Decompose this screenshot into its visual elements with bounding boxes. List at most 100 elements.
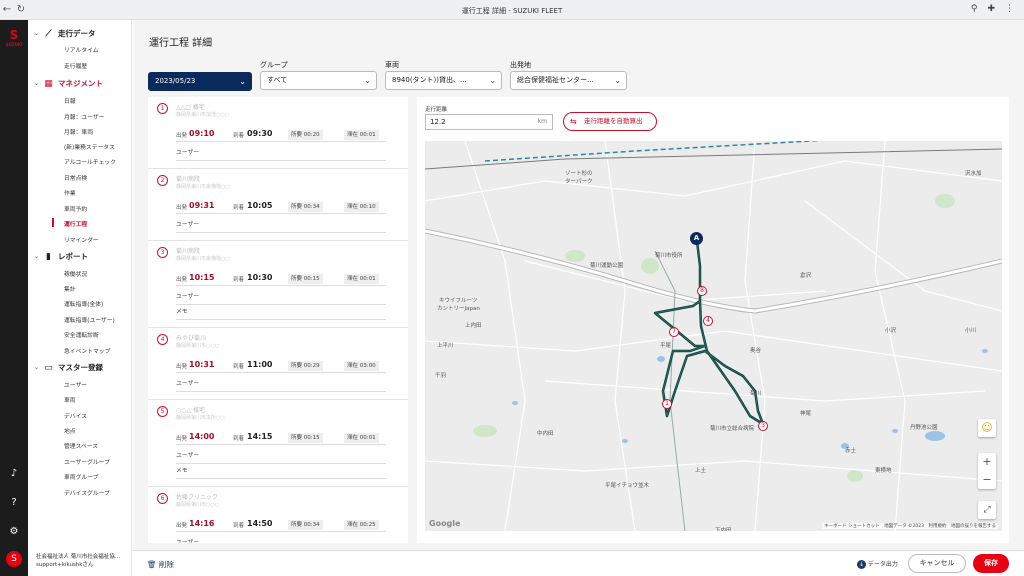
user-email: support+kikushkさん — [36, 562, 94, 568]
sidebar-item-utilization[interactable]: 稼働状況 — [64, 269, 87, 278]
fullscreen-icon[interactable]: ⤢ — [978, 501, 996, 519]
help-icon[interactable]: ? — [7, 496, 21, 510]
stop-time-row: 出発 09:31 到着 10:05 所要 00:34 滞在 00:10 — [176, 200, 386, 214]
sidebar-item-vehicles[interactable]: 車両 — [64, 395, 76, 404]
map-place-label: 菊川市立総合病院 — [710, 426, 755, 432]
cancel-button[interactable]: キャンセル — [908, 554, 966, 573]
sidebar-item-daily[interactable]: 日報 — [64, 96, 76, 105]
duration-chip: 所要 00:20 — [288, 130, 323, 140]
map-marker-stop[interactable]: 7 — [669, 327, 679, 337]
sidebar-item-summary[interactable]: 集計 — [64, 284, 76, 293]
map-place-label: 菊川 — [750, 391, 762, 397]
zoom-icon[interactable]: ⚲ — [971, 4, 978, 14]
map-place-label: 菊川運動公園 — [590, 263, 624, 269]
sidebar-section-master[interactable]: ⌄ ▭ マスター登録 — [34, 362, 103, 373]
auto-distance-button[interactable]: ⇆ 走行距離を自動算出 — [563, 112, 657, 131]
stop-number-badge: 6 — [157, 493, 168, 504]
stop-number-badge: 2 — [157, 175, 168, 186]
sidebar-section-management[interactable]: ⌄ ▦ マネジメント — [34, 78, 103, 89]
stop-item[interactable]: 5 ○○△ 様宅 静岡県菊川市本所○○ 出発 14:00 到着 14:15 所要 0… — [148, 400, 408, 487]
sidebar-item-spaces[interactable]: 管理スペース — [64, 441, 98, 450]
stop-item[interactable]: 3 菊川病院 静岡県菊川市東横地○○ 出発 10:15 到着 10:30 所要 00… — [148, 241, 408, 328]
map-place-label: 平尾 — [660, 343, 672, 349]
avatar[interactable]: S — [6, 551, 22, 567]
user-field[interactable]: ユーザー — [176, 148, 386, 161]
depart-time: 14:16 — [189, 519, 215, 528]
user-field[interactable]: ユーザー — [176, 292, 386, 305]
sidebar-item-realtime[interactable]: リアルタイム — [64, 45, 99, 54]
route-map[interactable]: ゾート杉の ターパーク 菊川運動公園 菊川市役所 キウイフルーツ カントリーJapan 上内… — [425, 141, 1002, 531]
map-place-label: ゾート杉の — [565, 171, 593, 177]
sidebar-item-coaching-all[interactable]: 運転指導(全体) — [64, 299, 103, 308]
bell-icon[interactable]: ♪ — [7, 467, 21, 481]
arrive-label: 到着 — [233, 205, 245, 211]
map-marker-stop[interactable]: 1 — [662, 399, 672, 409]
menu-icon[interactable]: ⋮ — [1005, 4, 1014, 14]
map-marker-origin[interactable]: A — [690, 232, 703, 245]
vehicle-select[interactable]: 8940(タント))貸出、... ⌄ — [385, 71, 502, 90]
stop-item[interactable]: 6 佐藤クリニック 静岡県菊川市○○○ 出発 14:16 到着 14:50 所要 0… — [148, 487, 408, 543]
map-place-label: キウイフルーツ — [439, 298, 478, 304]
sidebar-item-reservation[interactable]: 車両予約 — [64, 204, 87, 213]
save-button[interactable]: 保存 — [973, 554, 1009, 573]
map-marker-stop[interactable]: 8 — [697, 286, 707, 296]
gear-icon[interactable]: ⚙ — [7, 525, 21, 539]
sidebar-item-business-status[interactable]: (新)業務ステータス — [64, 142, 115, 151]
user-field[interactable]: ユーザー — [176, 220, 386, 233]
delete-button[interactable]: 🗑 削除 — [147, 559, 174, 570]
zoom-in-button[interactable]: + — [978, 453, 996, 471]
stop-item[interactable]: 4 みやび菊川 静岡県菊川市○○○ 出発 10:31 到着 11:00 所要 00:… — [148, 328, 408, 400]
sidebar-item-history[interactable]: 走行履歴 — [64, 61, 87, 70]
extensions-icon[interactable]: ✚ — [987, 4, 995, 14]
sidebar-item-operation-schedule[interactable]: 運行工程 — [51, 218, 87, 228]
sidebar-section-report[interactable]: ⌄ ▮ レポート — [34, 251, 88, 262]
zoom-out-button[interactable]: − — [978, 471, 996, 489]
sidebar: ⌄ ⟋ 走行データ リアルタイム 走行履歴 ⌄ ▦ マネジメント 日報 月報：ユーザー … — [28, 20, 132, 576]
memo-field[interactable]: メモ — [176, 307, 386, 320]
map-marker-stop[interactable]: 4 — [703, 316, 713, 326]
sidebar-section-driving[interactable]: ⌄ ⟋ 走行データ — [34, 28, 96, 39]
download-icon: ↓ — [857, 560, 866, 569]
export-button[interactable]: ↓ データ出力 — [857, 559, 898, 569]
map-place-label: 菊川市役所 — [655, 253, 683, 259]
group-select[interactable]: すべて ⌄ — [260, 71, 377, 90]
map-attribution[interactable]: キーボード ショートカット 地図データ ©2023 利用規約 地図の誤りを報告す… — [822, 523, 998, 529]
main-content: 運行工程 詳細 2023/05/23 ⌄ グループ すべて ⌄ 車両 8940(タン… — [133, 20, 1024, 576]
sidebar-item-reminder[interactable]: リマインダー — [64, 235, 99, 244]
sidebar-item-work[interactable]: 作業 — [64, 188, 76, 197]
sidebar-item-monthly-vehicle[interactable]: 月報：車両 — [64, 127, 93, 136]
sidebar-item-locations[interactable]: 地点 — [64, 426, 76, 435]
sidebar-item-users[interactable]: ユーザー — [64, 380, 87, 389]
depart-time: 09:31 — [189, 201, 215, 210]
sidebar-item-user-groups[interactable]: ユーザーグループ — [64, 457, 110, 466]
sidebar-item-vehicle-groups[interactable]: 車両グループ — [64, 472, 98, 481]
sidebar-item-alcohol-check[interactable]: アルコールチェック — [64, 157, 116, 166]
map-place-label: 東横地 — [875, 468, 892, 474]
sidebar-item-event-map[interactable]: 急イベントマップ — [64, 346, 110, 355]
stop-item[interactable]: 1 △△□ 様宅 静岡県菊川市加茂○○○ 出発 09:10 到着 09:30 所要 … — [148, 97, 408, 169]
group-label: グループ — [260, 61, 288, 69]
sidebar-item-monthly-user[interactable]: 月報：ユーザー — [64, 112, 104, 121]
origin-value: 総合保健福祉センター... — [517, 76, 594, 84]
sidebar-item-device-groups[interactable]: デバイスグループ — [64, 488, 110, 497]
map-marker-stop[interactable]: 3 — [758, 421, 768, 431]
depart-time: 09:10 — [189, 129, 215, 138]
user-field[interactable]: ユーザー — [176, 538, 386, 543]
chevron-down-icon: ⌄ — [34, 364, 40, 371]
stop-item[interactable]: 2 菊川病院 静岡県菊川市東横地○○ 出発 09:31 到着 10:05 所要 00… — [148, 169, 408, 241]
user-field[interactable]: ユーザー — [176, 451, 386, 464]
memo-field[interactable]: メモ — [176, 466, 386, 479]
stop-time-row: 出発 14:16 到着 14:50 所要 00:34 滞在 00:25 — [176, 518, 386, 532]
origin-select[interactable]: 総合保健福祉センター... ⌄ — [510, 71, 627, 90]
distance-input[interactable]: 12.2 km — [425, 114, 553, 130]
date-picker[interactable]: 2023/05/23 ⌄ — [148, 72, 252, 91]
sidebar-item-devices[interactable]: デバイス — [64, 411, 87, 420]
map-place-label: 千羽 — [435, 373, 447, 379]
map-place-label: 赤土 — [845, 448, 857, 454]
sidebar-item-daily-inspection[interactable]: 日常点検 — [64, 173, 87, 182]
street-view-icon[interactable]: ☺ — [978, 419, 996, 437]
sidebar-item-safety[interactable]: 安全運転診断 — [64, 330, 99, 339]
suzuki-logo[interactable]: S SUZUKI — [4, 28, 24, 52]
user-field[interactable]: ユーザー — [176, 379, 386, 392]
sidebar-item-coaching-user[interactable]: 運転指導(ユーザー) — [64, 315, 115, 324]
